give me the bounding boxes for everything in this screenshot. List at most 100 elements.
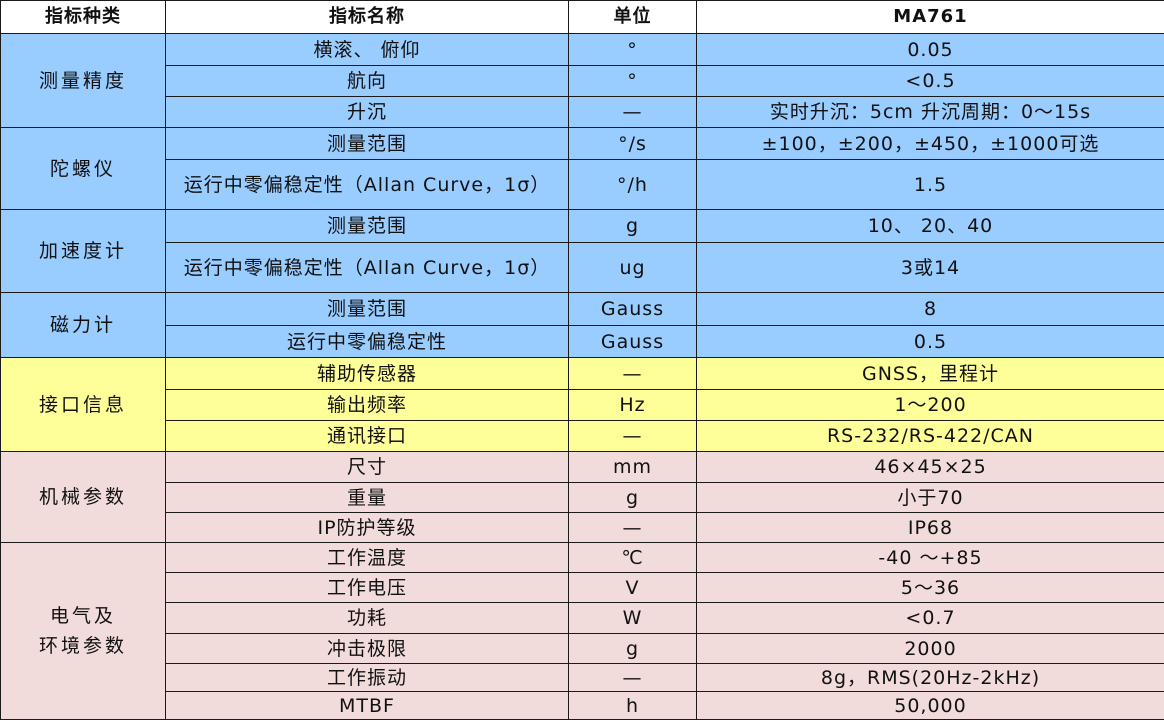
spec-unit-cell: ℃ <box>568 542 697 573</box>
spec-value-cell: 0.5 <box>696 325 1164 358</box>
spec-unit-cell: ug <box>568 242 697 293</box>
spec-value-cell: 46×45×25 <box>696 451 1164 483</box>
spec-unit-cell: V <box>568 572 697 603</box>
category-cell: 测量精度 <box>0 33 166 128</box>
table-row: 功耗 W <0.7 <box>1 602 1164 634</box>
header-category: 指标种类 <box>0 0 166 34</box>
spec-unit-cell: — <box>568 512 697 543</box>
table-row: 冲击极限 g 2000 <box>1 633 1164 664</box>
spec-unit-cell: ° <box>568 33 697 66</box>
spec-value-cell: 0.05 <box>696 33 1164 66</box>
spec-value-cell: -40 ～+85 <box>696 542 1164 573</box>
category-cell: 加速度计 <box>0 209 166 293</box>
table-row: 升沉 — 实时升沉：5cm 升沉周期：0～15s <box>1 96 1164 128</box>
table-row: 运行中零偏稳定性（Allan Curve，1σ） °/h 1.5 <box>1 159 1164 210</box>
table-row: 工作振动 —8g，RMS(20Hz-2kHz) <box>1 663 1164 692</box>
spec-name-cell: 工作振动 <box>165 663 569 692</box>
spec-unit-cell: g <box>568 209 697 243</box>
spec-unit-cell: — <box>568 96 697 128</box>
category-line: 环境参数 <box>38 635 127 657</box>
spec-value-cell: ±100，±200，±450，±1000可选 <box>696 127 1164 160</box>
spec-name-cell: 航向 <box>165 65 569 97</box>
table-row: 磁力计 测量范围 Gauss 8 <box>0 292 1164 358</box>
spec-unit-cell: Gauss <box>568 292 697 326</box>
spec-name-cell: 升沉 <box>165 96 569 128</box>
spec-value-cell: <0.7 <box>696 602 1164 634</box>
spec-unit-cell: Hz <box>568 389 697 421</box>
spec-name-cell: 冲击极限 <box>165 633 569 664</box>
spec-name-cell: 运行中零偏稳定性（Allan Curve，1σ） <box>165 159 569 210</box>
header-row: 指标种类 指标名称 单位 MA761 <box>0 0 1164 34</box>
spec-name-cell: 测量范围 <box>165 292 569 326</box>
spec-value-cell: 小于70 <box>696 482 1164 513</box>
spec-value-cell: 10、 20、40 <box>696 209 1164 243</box>
category-cell: 机械参数 <box>0 451 166 543</box>
spec-unit-cell: °/s <box>568 127 697 160</box>
table-row: MTBF h 50,000 <box>1 691 1164 720</box>
table-row: 测量精度 横滚、 俯仰 ° 0.05 <box>0 33 1164 128</box>
spec-value-cell: 5～36 <box>696 572 1164 603</box>
spec-unit-cell: Gauss <box>568 325 697 358</box>
table-row: 机械参数 尺寸 mm 46×45×25 <box>0 451 1164 543</box>
category-cell: 电气及 环境参数 <box>0 542 166 720</box>
spec-name-cell: 运行中零偏稳定性 <box>165 325 569 358</box>
spec-value-cell: RS-232/RS-422/CAN <box>696 420 1164 452</box>
category-cell: 陀螺仪 <box>0 127 166 210</box>
spec-value-cell: 3或14 <box>696 242 1164 293</box>
spec-name-cell: 测量范围 <box>165 127 569 160</box>
category-line: 电气及 <box>49 605 116 627</box>
category-cell: 磁力计 <box>0 292 166 358</box>
spec-name-cell: IP防护等级 <box>165 512 569 543</box>
table-row: 工作电压 V 5～36 <box>1 572 1164 603</box>
header-unit: 单位 <box>568 0 697 34</box>
spec-name-cell: 输出频率 <box>165 389 569 421</box>
spec-unit-cell: — <box>568 420 697 452</box>
spec-value-cell: 2000 <box>696 633 1164 664</box>
spec-body: 测量精度 横滚、 俯仰 ° 0.05 航向 ° <0.5 升沉 — 实时升沉：5cm 升沉周期：0… <box>0 33 1164 720</box>
spec-name-cell: 运行中零偏稳定性（Allan Curve，1σ） <box>165 242 569 293</box>
spec-table: 指标种类 指标名称 单位 MA761 测量精度 横滚、 俯仰 ° 0.05 航向 ° <0.… <box>0 0 1164 720</box>
spec-unit-cell: g <box>568 633 697 664</box>
table-row: 运行中零偏稳定性 Gauss 0.5 <box>1 325 1164 358</box>
table-row: 通讯接口 — RS-232/RS-422/CAN <box>1 420 1164 452</box>
category-cell: 接口信息 <box>0 357 166 452</box>
spec-value-cell: 8 <box>696 292 1164 326</box>
spec-unit-cell: h <box>568 691 697 720</box>
table-row: 电气及 环境参数 工作温度 ℃ -40 ～+85 <box>0 542 1164 720</box>
spec-name-cell: 横滚、 俯仰 <box>165 33 569 66</box>
spec-name-cell: 尺寸 <box>165 451 569 483</box>
spec-name-cell: 工作电压 <box>165 572 569 603</box>
spec-name-cell: MTBF <box>165 691 569 720</box>
table-row: 输出频率 Hz 1～200 <box>1 389 1164 421</box>
table-row: 重量 g 小于70 <box>1 482 1164 513</box>
spec-value-cell: IP68 <box>696 512 1164 543</box>
table-row: 航向 ° <0.5 <box>1 65 1164 97</box>
spec-value-cell: <0.5 <box>696 65 1164 97</box>
spec-name-cell: 工作温度 <box>165 542 569 573</box>
spec-value-cell: 实时升沉：5cm 升沉周期：0～15s <box>696 96 1164 128</box>
spec-unit-cell: — <box>568 357 697 390</box>
spec-value-cell: 1～200 <box>696 389 1164 421</box>
spec-unit-cell: W <box>568 602 697 634</box>
spec-value-cell: 50,000 <box>696 691 1164 720</box>
header-name: 指标名称 <box>165 0 569 34</box>
spec-unit-cell: g <box>568 482 697 513</box>
spec-name-cell: 辅助传感器 <box>165 357 569 390</box>
spec-value-cell: 1.5 <box>696 159 1164 210</box>
spec-value-cell: GNSS，里程计 <box>696 357 1164 390</box>
table-row: 加速度计 测量范围 g 10、 20、40 <box>0 209 1164 293</box>
spec-unit-cell: ° <box>568 65 697 97</box>
header-value: MA761 <box>696 0 1164 34</box>
spec-unit-cell: °/h <box>568 159 697 210</box>
spec-name-cell: 重量 <box>165 482 569 513</box>
spec-name-cell: 通讯接口 <box>165 420 569 452</box>
spec-unit-cell: mm <box>568 451 697 483</box>
table-row: IP防护等级 — IP68 <box>1 512 1164 543</box>
spec-unit-cell: — <box>568 663 697 692</box>
table-row: 接口信息 辅助传感器 — GNSS，里程计 <box>0 357 1164 452</box>
table-row: 陀螺仪 测量范围 °/s ±100，±200，±450，±1000可选 <box>0 127 1164 210</box>
table-row: 运行中零偏稳定性（Allan Curve，1σ） ug 3或14 <box>1 242 1164 293</box>
spec-name-cell: 测量范围 <box>165 209 569 243</box>
spec-value-cell: 8g，RMS(20Hz-2kHz) <box>696 663 1164 692</box>
spec-name-cell: 功耗 <box>165 602 569 634</box>
